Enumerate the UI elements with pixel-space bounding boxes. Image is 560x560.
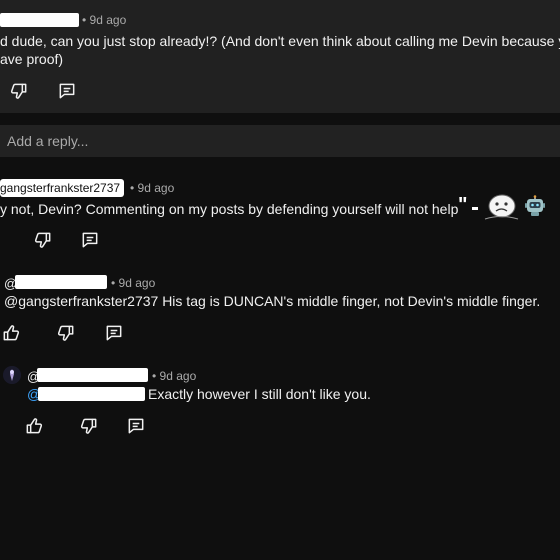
redacted-username (15, 275, 107, 289)
reply2-time: • 9d ago (111, 276, 156, 290)
redacted-mention[interactable] (38, 387, 145, 401)
quote-mark: " (458, 194, 468, 216)
comment-text-line-1: d dude, can you just stop already!? (And… (0, 33, 560, 49)
comment-text-line-2: ave proof) (0, 51, 64, 67)
redacted-username (0, 13, 79, 27)
reply3-text: Exactly however I still don't like you. (148, 386, 371, 402)
reply-icon[interactable] (104, 323, 124, 343)
reply-icon[interactable] (57, 81, 77, 101)
redacted-username (37, 368, 148, 382)
reply3-time: • 9d ago (152, 369, 197, 383)
thumbs-down-icon[interactable] (33, 230, 53, 250)
comment-time: • 9d ago (82, 13, 127, 27)
thumbs-down-icon[interactable] (79, 416, 99, 436)
avatar[interactable] (3, 366, 21, 384)
reply2-text: @gangsterfrankster2737 His tag is DUNCAN… (4, 293, 541, 309)
robot-emoji (524, 195, 546, 217)
reply1-author-handle[interactable]: gangsterfrankster2737 (0, 179, 125, 197)
thumbs-down-icon[interactable] (56, 323, 76, 343)
reply-icon[interactable] (126, 416, 146, 436)
thumbs-up-icon[interactable] (24, 416, 44, 436)
add-reply-placeholder: Add a reply... (7, 133, 89, 149)
reply1-text: y not, Devin? Commenting on my posts by … (0, 201, 459, 217)
thumbs-up-icon[interactable] (1, 323, 21, 343)
divider (0, 113, 560, 125)
sad-face-emoji (482, 194, 520, 220)
reply1-time: • 9d ago (130, 181, 175, 195)
thumbs-down-icon[interactable] (9, 81, 29, 101)
reply-icon[interactable] (80, 230, 100, 250)
dash-emoji (472, 207, 478, 210)
